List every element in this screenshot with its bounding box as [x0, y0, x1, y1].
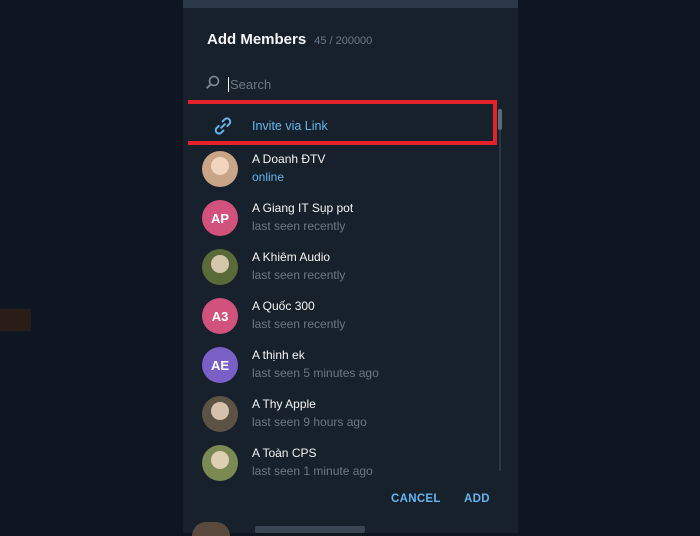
avatar: [202, 445, 238, 481]
add-members-dialog: Add Members 45 / 200000 Invite via Link …: [188, 15, 506, 522]
scrollbar-track[interactable]: [499, 109, 501, 471]
background-mark: [0, 309, 31, 331]
member-name: A Khiêm Audio: [252, 250, 331, 264]
background-header-strip: [183, 0, 518, 8]
member-name: A Quốc 300: [252, 299, 315, 313]
search-icon: [205, 74, 221, 95]
member-list: A Doanh ĐTV online AP A Giang IT Sụp pot las…: [188, 151, 496, 494]
text-cursor: [228, 76, 229, 92]
member-status: last seen recently: [252, 268, 346, 282]
member-name: A Thy Apple: [252, 397, 316, 411]
dialog-footer: CANCEL ADD: [188, 480, 506, 522]
member-status: last seen 1 minute ago: [252, 464, 373, 478]
member-status: online: [252, 170, 285, 184]
member-name: A Toàn CPS: [252, 446, 317, 460]
search-input[interactable]: [230, 76, 430, 92]
member-list-item[interactable]: A3 A Quốc 300 last seen recently: [188, 298, 496, 347]
member-status: last seen recently: [252, 219, 346, 233]
member-name: A Doanh ĐTV: [252, 152, 326, 166]
member-name: A thịnh ek: [252, 348, 305, 362]
member-status: last seen 5 minutes ago: [252, 366, 379, 380]
highlight-annotation-box: [188, 100, 497, 145]
scrollbar-thumb[interactable]: [498, 109, 502, 130]
member-count: 45 / 200000: [314, 35, 373, 47]
member-list-item[interactable]: AP A Giang IT Sụp pot last seen recently: [188, 200, 496, 249]
dialog-title: Add Members: [207, 31, 307, 48]
member-list-item[interactable]: AE A thịnh ek last seen 5 minutes ago: [188, 347, 496, 396]
add-button[interactable]: ADD: [464, 493, 490, 505]
member-name: A Giang IT Sụp pot: [252, 201, 354, 215]
background-avatar: [192, 522, 230, 536]
avatar: AE: [202, 347, 238, 383]
member-list-item[interactable]: A Khiêm Audio last seen recently: [188, 249, 496, 298]
member-status: last seen 9 hours ago: [252, 415, 367, 429]
avatar: [202, 151, 238, 187]
member-list-item[interactable]: A Doanh ĐTV online: [188, 151, 496, 200]
avatar: [202, 249, 238, 285]
cancel-button[interactable]: CANCEL: [391, 493, 441, 505]
member-status: last seen recently: [252, 317, 346, 331]
avatar: A3: [202, 298, 238, 334]
member-list-item[interactable]: A Thy Apple last seen 9 hours ago: [188, 396, 496, 445]
background-text: [255, 526, 365, 533]
avatar: AP: [202, 200, 238, 236]
search-bar[interactable]: [205, 74, 495, 94]
avatar: [202, 396, 238, 432]
dialog-header: Add Members 45 / 200000: [207, 31, 372, 48]
